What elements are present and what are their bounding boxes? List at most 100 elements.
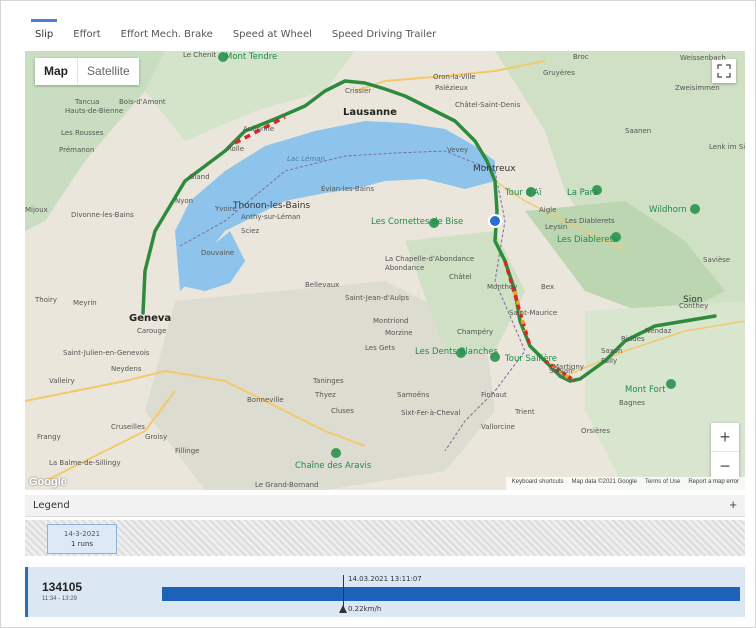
map-label: Mont Tendre: [225, 52, 278, 62]
map-label: Tancua: [75, 98, 100, 106]
map-data-text: Map data ©2021 Google: [571, 479, 637, 485]
cursor-timestamp: 14.03.2021 13:11:07: [348, 575, 422, 583]
map-label: Gland: [189, 173, 210, 181]
map-label: Les Rousses: [61, 129, 104, 137]
app-frame: Slip Effort Effort Mech. Brake Speed at …: [0, 0, 756, 628]
map-label: Bois-d'Amont: [119, 98, 166, 106]
map-label: Hauts-de-Bienne: [65, 107, 124, 115]
map-label: Fillinge: [175, 447, 200, 455]
map-label: Nendaz: [645, 327, 672, 335]
map-label: Prémanon: [59, 146, 95, 154]
map-label: Lac Léman: [287, 155, 326, 163]
map-label: Trient: [515, 408, 535, 416]
map-label: Cruseilles: [111, 423, 145, 431]
map-label: Thonon-les-Bains: [233, 201, 311, 211]
map-label: Montreux: [473, 164, 516, 174]
map-label: Saint-Jean-d'Aulps: [345, 294, 410, 302]
map-label: Les Diablerets: [565, 217, 615, 225]
satellite-button[interactable]: Satellite: [77, 58, 139, 85]
map-label: Montriond: [373, 317, 409, 325]
map-label: Bagnes: [619, 399, 645, 407]
map-label: Samoëns: [397, 391, 430, 399]
legend-expand-button[interactable]: +: [729, 497, 737, 512]
zoom-in-button[interactable]: +: [711, 423, 739, 451]
map-label: Abondance: [385, 264, 425, 272]
map-type-control: Map Satellite: [35, 58, 139, 85]
date-card-runs: 1 runs: [70, 540, 94, 548]
map-label: Bellevaux: [305, 281, 340, 289]
map-label: Vevey: [447, 146, 469, 154]
tab-effort-mech-brake[interactable]: Effort Mech. Brake: [111, 19, 223, 51]
map-label: Douvaine: [201, 249, 235, 257]
tab-effort[interactable]: Effort: [63, 19, 110, 51]
map-label: Oron-la-Ville: [433, 73, 476, 81]
map-label: Geneva: [129, 313, 172, 324]
map-label: Thyez: [315, 391, 336, 399]
map-label: Valleiry: [49, 377, 75, 385]
timeline-cursor-handle-icon[interactable]: [339, 605, 347, 613]
terms-link[interactable]: Terms of Use: [645, 479, 680, 488]
zoom-control: + −: [711, 423, 739, 479]
map-label: Nyon: [175, 197, 194, 205]
map-label: Sixt-Fer-à-Cheval: [401, 409, 461, 417]
map-label: Châtel: [449, 273, 472, 281]
tab-speed-at-wheel[interactable]: Speed at Wheel: [223, 19, 322, 51]
map-label: Mijoux: [25, 206, 48, 214]
map-label: Les Cornettes de Bise: [371, 217, 464, 227]
map-label: Martigny: [553, 363, 584, 371]
report-error-link[interactable]: Report a map error: [688, 479, 739, 488]
zoom-out-button[interactable]: −: [711, 451, 739, 479]
map-label: Saxon: [601, 347, 623, 355]
map-label: Lenk im Simmental: [709, 143, 745, 151]
map-label: Frangy: [37, 433, 61, 441]
map-label: Évian-les-Bains: [321, 185, 375, 193]
map-label: Tour d'Aï: [505, 188, 542, 198]
date-card[interactable]: 14-3-2021 1 runs: [47, 524, 117, 554]
map-label: Rolle: [227, 145, 245, 153]
map-label: Anthy-sur-Léman: [241, 213, 301, 221]
keyboard-shortcuts-link[interactable]: Keyboard shortcuts: [512, 479, 564, 488]
route-map[interactable]: Map Satellite + − Mont Tendre Le Chenit …: [25, 51, 745, 490]
run-row[interactable]: 134105 11:34 - 13:29 14.03.2021 13:11:07…: [25, 567, 745, 617]
map-label: Aubonne: [243, 125, 275, 133]
legend-title: Legend: [33, 500, 70, 511]
map-label: Zweisimmen: [675, 84, 720, 92]
map-label: Chaîne des Aravis: [295, 461, 372, 471]
map-label: Riddes: [621, 335, 645, 343]
tab-bar: Slip Effort Effort Mech. Brake Speed at …: [25, 19, 446, 51]
map-label: Monthey: [487, 283, 518, 291]
tab-speed-driving-trailer[interactable]: Speed Driving Trailer: [322, 19, 446, 51]
fullscreen-icon: [717, 64, 731, 78]
map-label: Finhaut: [481, 391, 507, 399]
fullscreen-button[interactable]: [712, 59, 736, 83]
map-label: Weissenbach: [680, 54, 726, 62]
tab-slip[interactable]: Slip: [25, 19, 63, 51]
map-label: Conthey: [679, 302, 709, 310]
map-label: Le Chenit: [183, 51, 217, 59]
map-button[interactable]: Map: [35, 58, 77, 85]
map-label: Châtel-Saint-Denis: [455, 101, 521, 109]
map-label: Aigle: [539, 206, 557, 214]
map-label: Broc: [573, 53, 589, 61]
map-label: Saanen: [625, 127, 652, 135]
map-label: La Chapelle-d'Abondance: [385, 255, 475, 263]
map-label: Fully: [601, 357, 618, 365]
map-label: Meyrin: [73, 299, 97, 307]
map-label: Mont Fort: [625, 385, 666, 395]
map-label: Sciez: [241, 227, 260, 235]
map-label: Lausanne: [343, 107, 397, 118]
date-strip: 14-3-2021 1 runs: [25, 520, 745, 556]
legend-bar[interactable]: Legend +: [25, 495, 745, 517]
run-timeline-bar[interactable]: [162, 587, 740, 601]
google-logo: Google: [29, 476, 67, 488]
map-label: Champéry: [457, 328, 494, 336]
run-id: 134105: [42, 580, 83, 594]
map-label: Saint-Julien-en-Genevois: [63, 349, 150, 357]
map-label: Cluses: [331, 407, 354, 415]
map-label: La Para: [567, 188, 599, 198]
map-label: Tour Sallière: [505, 354, 557, 364]
map-label: Neydens: [111, 365, 142, 373]
map-label: Yvoire: [215, 205, 237, 213]
map-label: Les Diablerets: [557, 235, 618, 245]
run-time-range: 11:34 - 13:29: [42, 596, 77, 602]
